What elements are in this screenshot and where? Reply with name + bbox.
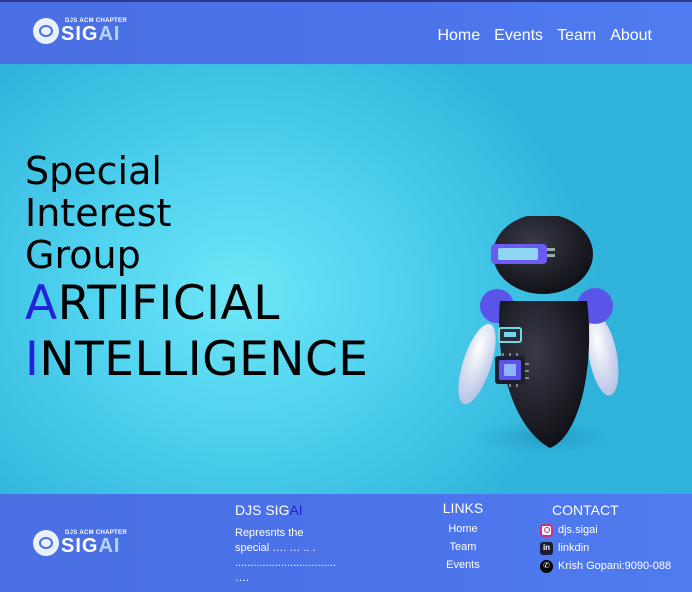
footer: DJS ACM CHAPTER SIGAI DJS SIGAI Represnt… [0, 494, 692, 592]
contact-linkedin[interactable]: in linkdin [540, 539, 692, 557]
contact-instagram[interactable]: djs.sigai [540, 521, 692, 539]
footer-about: DJS SIGAI Represnts the special …. … .. … [235, 502, 350, 586]
main-nav: Home Events Team About [437, 27, 652, 45]
hero-line-group: Group [25, 233, 141, 277]
footer-logo[interactable]: DJS ACM CHAPTER SIGAI [33, 530, 127, 556]
hero-line-interest: Interest [25, 191, 172, 235]
hero-line-artificial: ARTIFICIAL [25, 276, 280, 331]
footer-about-title: DJS SIGAI [235, 502, 303, 518]
footer-links-title: LINKS [442, 500, 484, 516]
nav-events[interactable]: Events [494, 27, 543, 45]
logo-sig-text: SIGAI [61, 535, 121, 557]
footer-contact: CONTACT djs.sigai in linkdin ✆ Krish Gop… [540, 502, 692, 575]
instagram-icon [540, 523, 553, 537]
nav-team[interactable]: Team [557, 27, 596, 45]
header-logo[interactable]: DJS ACM CHAPTER SIGAI [33, 18, 127, 44]
nav-about[interactable]: About [610, 27, 652, 45]
robot-illustration [458, 216, 619, 454]
footer-contact-title: CONTACT [552, 502, 619, 518]
logo-sig-text: SIGAI [61, 23, 121, 45]
phone-icon: ✆ [540, 559, 553, 573]
nav-home[interactable]: Home [437, 27, 480, 45]
footer-link-home[interactable]: Home [442, 520, 484, 538]
header: DJS ACM CHAPTER SIGAI Home Events Team A… [0, 0, 692, 64]
contact-phone[interactable]: ✆ Krish Gopani:9090-088 [540, 557, 692, 575]
hero-line-intelligence: INTELLIGENCE [25, 332, 369, 387]
footer-link-team[interactable]: Team [442, 538, 484, 556]
hero-section: Special Interest Group ARTIFICIAL INTELL… [0, 64, 692, 494]
hero-line-special: Special [25, 149, 162, 193]
linkedin-icon: in [540, 541, 553, 555]
hero-heading: Special Interest Group ARTIFICIAL INTELL… [25, 150, 368, 388]
brain-logo-icon [33, 18, 59, 44]
footer-link-events[interactable]: Events [442, 556, 484, 574]
brain-logo-icon [33, 530, 59, 556]
footer-links: LINKS Home Team Events [442, 500, 484, 574]
footer-about-description: Represnts the special …. … .. . ........… [235, 527, 336, 584]
